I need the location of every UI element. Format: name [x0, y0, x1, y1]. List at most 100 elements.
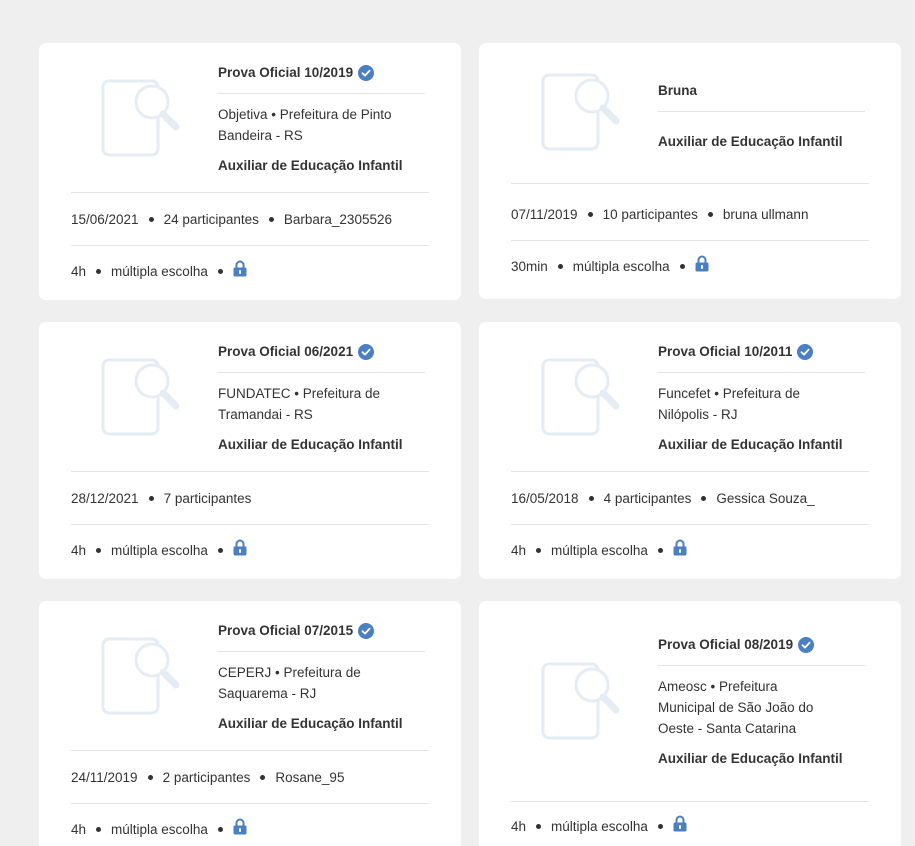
exam-title-text[interactable]: Prova Oficial 10/2011 [658, 344, 792, 360]
exam-title-text[interactable]: Prova Oficial 08/2019 [658, 637, 793, 653]
divider [511, 240, 869, 241]
exam-stats: 28/12/2021 7 participantes [71, 491, 251, 507]
exam-format: 4h múltipla escolha [71, 260, 247, 281]
lock-icon [233, 539, 247, 556]
separator-dot [587, 211, 593, 217]
divider [71, 524, 429, 525]
participant-count: 10 participantes [602, 207, 698, 222]
board-line: Municipal de São João do [658, 700, 814, 715]
exam-title[interactable]: Prova Oficial 10/2011 [658, 344, 865, 373]
separator-dot [557, 264, 563, 269]
lock-icon [673, 539, 687, 556]
exam-stats: 15/06/2021 24 participantes Barbara_230552… [71, 212, 392, 228]
board-line: FUNDATEC • Prefeitura de [218, 386, 381, 401]
verified-check-icon [358, 623, 375, 639]
exam-role: Auxiliar de Educação Infantil [218, 716, 403, 731]
exam-title-text[interactable]: Prova Oficial 10/2019 [218, 65, 353, 81]
board-line: CEPERJ • Prefeitura de [218, 665, 361, 680]
participant-count: 24 participantes [163, 212, 259, 227]
separator-dot [701, 495, 707, 501]
exam-duration: 4h [71, 264, 87, 280]
exam-board-and-institution: Funcefet • Prefeitura de Nilópolis - RJ [658, 383, 865, 425]
exam-board-and-institution: Ameosc • Prefeitura Municipal de São Joã… [658, 676, 865, 739]
exam-title[interactable]: Bruna [658, 83, 865, 112]
author-name[interactable]: bruna ullmann [723, 207, 809, 222]
separator-dot [217, 827, 223, 832]
exam-title[interactable]: Prova Oficial 08/2019 [658, 637, 865, 666]
author-name[interactable]: Rosane_95 [275, 770, 344, 785]
separator-dot [217, 269, 223, 274]
lock-icon [695, 255, 709, 272]
separator-dot [657, 824, 663, 829]
separator-dot [96, 269, 102, 274]
separator-dot [657, 548, 663, 553]
exam-format: 4h múltipla escolha [511, 539, 687, 560]
author-name[interactable]: Gessica Souza_ [716, 491, 814, 506]
question-type: múltipla escolha [111, 543, 208, 559]
exam-board-and-institution: Objetiva • Prefeitura de Pinto Bandeira … [218, 104, 425, 146]
separator-dot [268, 216, 274, 222]
exam-title-text[interactable]: Prova Oficial 07/2015 [218, 623, 353, 639]
separator-dot [148, 495, 154, 501]
verified-check-icon [358, 65, 375, 81]
exam-duration: 4h [511, 819, 527, 835]
exam-title[interactable]: Prova Oficial 10/2019 [218, 65, 425, 94]
document-search-icon [101, 637, 181, 717]
lock-icon [233, 818, 247, 835]
separator-dot [147, 774, 153, 780]
exam-role: Auxiliar de Educação Infantil [658, 134, 843, 149]
exam-format: 4h múltipla escolha [71, 539, 247, 560]
participant-count: 2 participantes [162, 770, 251, 785]
divider [511, 471, 869, 472]
document-search-icon [101, 79, 181, 159]
participant-count: 4 participantes [603, 491, 692, 506]
exam-date: 15/06/2021 [71, 212, 139, 227]
exam-duration: 4h [71, 822, 87, 838]
divider [511, 801, 869, 802]
document-search-icon [101, 358, 181, 438]
separator-dot [536, 824, 542, 829]
separator-dot [707, 211, 713, 217]
document-search-icon [541, 73, 621, 153]
verified-check-icon [797, 344, 814, 360]
separator-dot [96, 827, 102, 832]
exam-card[interactable]: Bruna Auxiliar de Educação Infantil 07/1… [479, 43, 901, 299]
exam-card[interactable]: Prova Oficial 06/2021 FUNDATEC • Prefeit… [39, 322, 461, 579]
verified-check-icon [798, 637, 815, 653]
exam-title[interactable]: Prova Oficial 07/2015 [218, 623, 425, 652]
exam-stats: 24/11/2019 2 participantes Rosane_95 [71, 770, 344, 786]
exam-format: 30min múltipla escolha [511, 255, 709, 276]
board-line: Objetiva • Prefeitura de Pinto [218, 107, 392, 122]
board-line: Nilópolis - RJ [658, 407, 738, 422]
divider [71, 192, 429, 193]
exam-board-and-institution: CEPERJ • Prefeitura de Saquarema - RJ [218, 662, 425, 704]
participant-count: 7 participantes [163, 491, 252, 506]
board-line: Ameosc • Prefeitura [658, 679, 778, 694]
board-line: Oeste - Santa Catarina [658, 721, 797, 736]
author-name[interactable]: Barbara_2305526 [284, 212, 392, 227]
exam-card[interactable]: Prova Oficial 10/2019 Objetiva • Prefeit… [39, 43, 461, 300]
exam-board-and-institution: FUNDATEC • Prefeitura de Tramandai - RS [218, 383, 425, 425]
exam-title-text[interactable]: Prova Oficial 06/2021 [218, 344, 353, 360]
exam-date: 28/12/2021 [71, 491, 139, 506]
separator-dot [260, 774, 266, 780]
divider [71, 245, 429, 246]
exam-format: 4h múltipla escolha [71, 818, 247, 839]
separator-dot [536, 548, 542, 553]
question-type: múltipla escolha [111, 822, 208, 838]
exam-card[interactable]: Prova Oficial 10/2011 Funcefet • Prefeit… [479, 322, 901, 579]
question-type: múltipla escolha [572, 259, 670, 275]
exam-role: Auxiliar de Educação Infantil [658, 437, 843, 452]
exam-card[interactable]: Prova Oficial 08/2019 Ameosc • Prefeitur… [479, 601, 901, 846]
exam-duration: 30min [511, 259, 548, 275]
board-line: Tramandai - RS [218, 407, 313, 422]
exam-date: 16/05/2018 [511, 491, 579, 506]
exam-date: 07/11/2019 [511, 207, 578, 222]
exam-card[interactable]: Prova Oficial 07/2015 CEPERJ • Prefeitur… [39, 601, 461, 846]
question-type: múltipla escolha [111, 264, 208, 280]
exam-stats: 07/11/2019 10 participantes bruna ullmann [511, 207, 808, 223]
exam-title[interactable]: Prova Oficial 06/2021 [218, 344, 425, 373]
document-search-icon [541, 358, 621, 438]
exam-title-text[interactable]: Bruna [658, 83, 697, 99]
question-type: múltipla escolha [551, 819, 648, 835]
